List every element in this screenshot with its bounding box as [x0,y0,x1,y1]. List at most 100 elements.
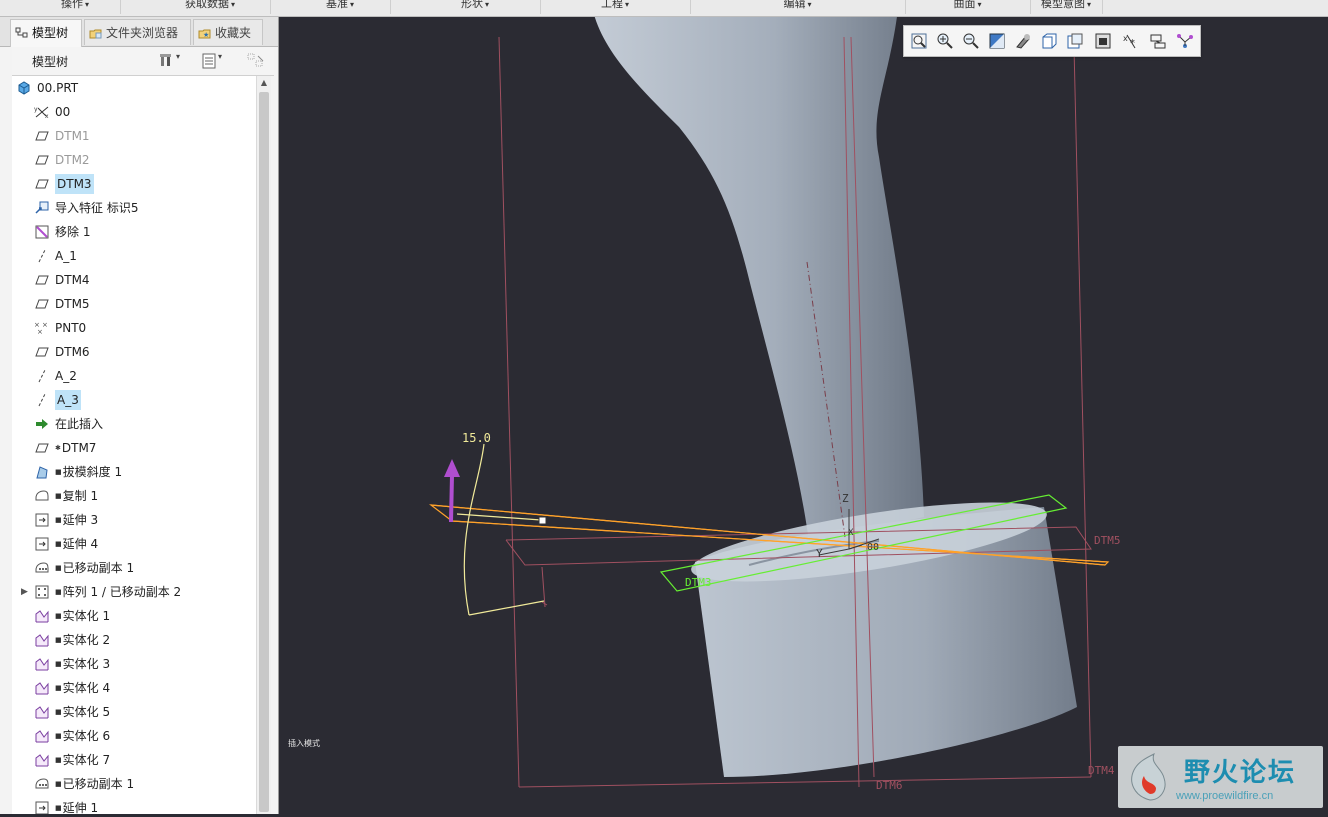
tree-item-label: ✱DTM7 [55,436,96,460]
zoom-out-icon[interactable] [962,32,980,50]
settings-dropdown[interactable]: ▾ [158,52,180,70]
expand-arrow-icon[interactable]: ▶ [21,580,28,604]
filter-button[interactable] [246,52,266,70]
perspective-icon[interactable] [1094,32,1112,50]
csys-origin-label: 00 [867,542,879,553]
refit-icon[interactable] [910,32,928,50]
tree-item[interactable]: DTM5 [12,292,256,316]
saved-views-icon[interactable] [1040,32,1058,50]
ribbon-group-bar: 操作 ▾ 获取数据 ▾ 基准 ▾ 形状 ▾ 工程 ▾ 编辑 ▾ 曲面 ▾ 模型意图 ▾ [0,0,1328,17]
model-tree-scrollbar[interactable]: ▲ [256,76,271,814]
tab-favorites[interactable]: ★ 收藏夹 [193,19,263,45]
datum-label-dtm6[interactable]: DTM6 [876,779,903,792]
tree-item[interactable]: ■实体化 4 [12,676,256,700]
menu-label: 操作 [60,0,83,10]
angle-dimension-arc[interactable] [463,443,485,616]
drag-handle-square[interactable] [538,516,547,525]
tree-item-label: ■实体化 3 [55,652,110,676]
tree-item[interactable]: ■拔模斜度 1 [12,460,256,484]
tree-item[interactable]: ▶ ■阵列 1 / 已移动副本 2 [12,580,256,604]
tree-item[interactable]: y x 00 [12,100,256,124]
graphics-canvas[interactable]: 15.0 Z Y X 00 DTM5 DTM6 DTM4 DTM3 [279,0,1328,814]
tab-folder-browser[interactable]: 文件夹浏览器 [84,19,191,45]
tree-item[interactable]: 移除 1 [12,220,256,244]
show-dropdown[interactable]: ▾ [200,52,222,70]
tree-item[interactable]: ■实体化 3 [12,652,256,676]
menu-get-data[interactable]: 获取数据 ▾ [150,0,271,14]
tree-item[interactable]: ✱DTM7 [12,436,256,460]
zoom-in-icon[interactable] [936,32,954,50]
tree-item[interactable]: DTM1 [12,124,256,148]
tree-item[interactable]: DTM3 [12,172,256,196]
tree-item[interactable]: × × × PNT0 [12,316,256,340]
menu-surfaces[interactable]: 曲面 ▾ [905,0,1031,14]
tab-model-tree[interactable]: 模型树 [10,19,82,47]
scroll-thumb[interactable] [259,92,269,812]
display-style-icon[interactable] [1014,32,1032,50]
spin-center-icon[interactable] [1149,32,1167,50]
new-feature-marker-icon: ✱ [55,444,61,452]
tree-item[interactable]: ■实体化 7 [12,748,256,772]
menu-shapes[interactable]: 形状 ▾ [410,0,541,14]
model-neck-surface[interactable] [591,0,924,542]
flame-logo-icon [1131,752,1166,801]
tree-item[interactable]: 导入特征 标识5 [12,196,256,220]
tree-item-text: 00 [55,105,71,119]
new-feature-marker-icon: ■ [55,660,62,668]
menu-engineering[interactable]: 工程 ▾ [540,0,691,14]
tree-item[interactable]: ■复制 1 [12,484,256,508]
tree-item[interactable]: A_1 [12,244,256,268]
tree-item-label: DTM4 [55,268,90,292]
solidify-icon [34,632,50,648]
repaint-icon[interactable] [988,32,1006,50]
tree-item[interactable]: ■延伸 3 [12,508,256,532]
tree-item-text: 已移动副本 1 [62,561,135,575]
angle-dimension-value[interactable]: 15.0 [462,431,491,445]
drag-handle-arrow-icon[interactable] [444,459,460,477]
tree-item[interactable]: ■延伸 1 [12,796,256,814]
caret-down-icon: ▾ [807,0,812,9]
tree-item[interactable]: ■实体化 6 [12,724,256,748]
tree-item[interactable]: ■已移动副本 1 [12,772,256,796]
tree-item[interactable]: A_3 [12,388,256,412]
tree-item[interactable]: ■实体化 5 [12,700,256,724]
tree-item[interactable]: 00.PRT [12,76,256,100]
plane-icon [34,128,50,144]
solidify-icon [34,680,50,696]
tree-item-label: ■实体化 4 [55,676,110,700]
tools-icon [160,54,171,66]
tree-item-label: ■拔模斜度 1 [55,460,122,484]
tree-filter-icon [247,53,264,67]
drag-handle-stem[interactable] [449,474,454,523]
tree-item-label: DTM6 [55,340,90,364]
tree-item[interactable]: DTM6 [12,340,256,364]
menu-operations[interactable]: 操作 ▾ [30,0,121,14]
menu-datum[interactable]: 基准 ▾ [290,0,391,14]
datum-label-dtm4[interactable]: DTM4 [1088,764,1115,777]
menu-label: 模型意图 [1040,0,1085,10]
new-feature-marker-icon: ■ [55,780,62,788]
datum-display-icon[interactable]: x* [1122,32,1140,50]
annotation-display-icon[interactable] [1176,32,1194,50]
tree-item-label: 00.PRT [37,76,78,100]
datum-label-dtm3[interactable]: DTM3 [685,576,712,589]
tree-item[interactable]: ■实体化 2 [12,628,256,652]
menu-editing[interactable]: 编辑 ▾ [690,0,906,14]
datum-label-dtm5[interactable]: DTM5 [1094,534,1121,547]
menu-model-intent[interactable]: 模型意图 ▾ [1030,0,1103,14]
tree-item-label: A_2 [55,364,77,388]
graphics-window[interactable]: 15.0 Z Y X 00 DTM5 DTM6 DTM4 DTM3 [279,0,1328,814]
tree-item[interactable]: A_2 [12,364,256,388]
tree-item[interactable]: ■延伸 4 [12,532,256,556]
draft-icon [34,464,50,480]
tree-item[interactable]: DTM4 [12,268,256,292]
view-manager-icon[interactable] [1066,32,1084,50]
model-tree: 00.PRT y x 00 DTM1 DTM2 DTM3 导入特征 标识5 移除 1 A_1 DTM… [12,76,256,814]
tree-item[interactable]: 在此插入 [12,412,256,436]
tree-item[interactable]: DTM2 [12,148,256,172]
tree-item[interactable]: ■已移动副本 1 [12,556,256,580]
scroll-up-arrow-icon[interactable]: ▲ [257,76,271,90]
tree-item-text: 移除 1 [55,225,91,239]
tree-item-text: 延伸 1 [62,801,99,814]
tree-item[interactable]: ■实体化 1 [12,604,256,628]
